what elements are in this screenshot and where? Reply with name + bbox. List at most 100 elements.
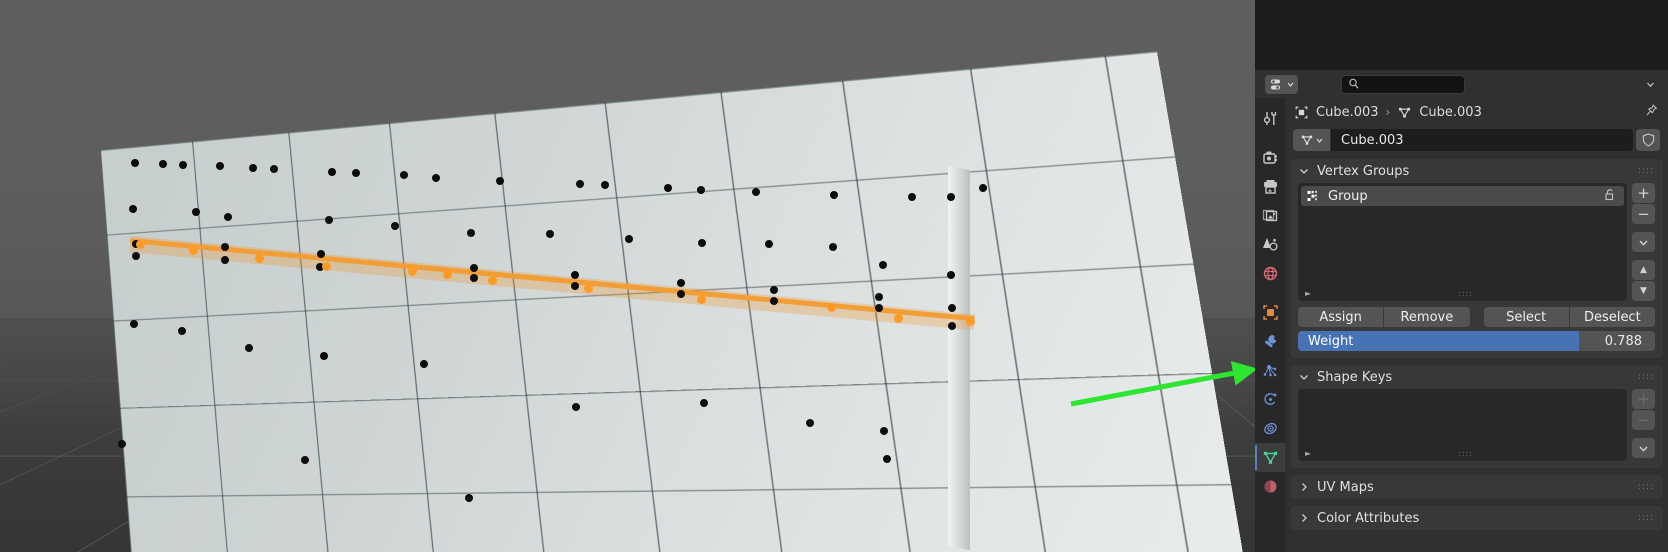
add-vertex-group-button[interactable]: +: [1632, 183, 1655, 203]
move-vertex-group-down-button[interactable]: ▼: [1632, 281, 1655, 301]
remove-vertex-group-button[interactable]: −: [1632, 204, 1655, 224]
mesh-vertex: [546, 230, 554, 238]
resize-grip-icon[interactable]: ::::: [1458, 449, 1473, 458]
mesh-vertex-selected: [136, 240, 145, 249]
chevron-right-icon: [1302, 483, 1307, 491]
vertex-group-icon: [1307, 190, 1317, 201]
mesh-vertex: [270, 165, 278, 173]
world-globe-icon: [1263, 266, 1277, 281]
sidebar-item-particles[interactable]: [1255, 356, 1285, 385]
breadcrumb: Cube.003 › Cube.003: [1285, 98, 1668, 126]
mesh-vertex: [571, 271, 579, 279]
weight-slider[interactable]: Weight 0.788: [1298, 331, 1655, 351]
sidebar-item-view-layer[interactable]: [1255, 201, 1285, 230]
mesh-vertex: [129, 205, 137, 213]
blender-window: Cube.003 › Cube.003 Cube.003 Vertex Grou…: [0, 0, 1668, 552]
expand-triangle-icon[interactable]: ►: [1305, 449, 1311, 458]
constraints-icon: [1263, 422, 1277, 435]
sidebar-item-render[interactable]: [1255, 143, 1285, 172]
properties-editor: Cube.003 › Cube.003 Cube.003 Vertex Grou…: [1255, 0, 1668, 552]
panel-shape-keys: Shape Keys :::: ► :::: + −: [1290, 365, 1663, 468]
panel-header-uv-maps[interactable]: UV Maps ::::: [1290, 475, 1663, 499]
mesh-vertex: [159, 160, 167, 168]
button-spacer: [1474, 307, 1480, 327]
list-item[interactable]: Group: [1301, 186, 1624, 206]
sidebar-item-world[interactable]: [1255, 259, 1285, 288]
search-input[interactable]: [1341, 74, 1465, 94]
editor-type-button[interactable]: [1265, 74, 1298, 94]
sidebar-item-object-data[interactable]: [1255, 443, 1285, 472]
vertex-group-side-buttons: + − ▲ ▼: [1632, 183, 1655, 301]
select-button[interactable]: Select: [1483, 307, 1569, 327]
mesh-vertex: [465, 494, 473, 502]
mesh-vertex-selected: [408, 267, 417, 276]
mesh-vertex: [221, 243, 229, 251]
fake-user-button[interactable]: [1636, 129, 1660, 151]
mesh-vertex: [496, 177, 504, 185]
resize-grip-icon[interactable]: ::::: [1458, 289, 1473, 298]
mesh-vertex: [770, 297, 778, 305]
mesh-vertex: [470, 274, 478, 282]
deselect-button[interactable]: Deselect: [1569, 307, 1655, 327]
header-options-button[interactable]: [1639, 75, 1661, 94]
remove-button[interactable]: Remove: [1384, 307, 1470, 327]
list-item-label: Group: [1328, 188, 1368, 204]
unlock-icon: [1605, 188, 1614, 200]
mesh-vertex: [249, 164, 257, 172]
shape-key-list[interactable]: ► ::::: [1298, 389, 1627, 461]
lock-toggle[interactable]: [1603, 188, 1618, 205]
expand-triangle-icon[interactable]: ►: [1305, 289, 1311, 298]
panel-header-vertex-groups[interactable]: Vertex Groups ::::: [1290, 159, 1663, 183]
render-camera-icon: [1262, 151, 1277, 164]
sidebar-item-constraints[interactable]: [1255, 414, 1285, 443]
chevron-down-icon: [1300, 169, 1308, 174]
output-printer-icon: [1263, 180, 1277, 194]
chevron-down-icon: [1316, 138, 1323, 143]
pin-button[interactable]: [1644, 103, 1659, 122]
mesh-vertex: [625, 235, 633, 243]
panel-header-shape-keys[interactable]: Shape Keys ::::: [1290, 365, 1663, 389]
3d-viewport[interactable]: [0, 0, 1255, 552]
mesh-data-triangle-icon: [1263, 451, 1277, 464]
vertex-group-specials-button[interactable]: [1632, 232, 1655, 252]
grip-dots-icon[interactable]: ::::: [1638, 166, 1654, 176]
mesh-vertex-selected: [255, 254, 264, 263]
sidebar-item-material[interactable]: [1255, 472, 1285, 501]
assign-remove-group: Assign Remove: [1298, 307, 1470, 327]
breadcrumb-object-name[interactable]: Cube.003: [1316, 105, 1379, 120]
mesh-vertex-selected: [488, 276, 497, 285]
assign-button[interactable]: Assign: [1298, 307, 1384, 327]
grip-dots-icon[interactable]: ::::: [1638, 482, 1654, 492]
sidebar-item-output[interactable]: [1255, 172, 1285, 201]
add-shape-key-button[interactable]: +: [1632, 389, 1655, 409]
mesh-vertex: [677, 279, 685, 287]
mesh-vertex: [179, 161, 187, 169]
sidebar-item-physics[interactable]: [1255, 385, 1285, 414]
mesh-vertex-selected: [322, 262, 331, 271]
grip-dots-icon[interactable]: ::::: [1638, 513, 1654, 523]
vertex-group-list[interactable]: Group ► ::::: [1298, 183, 1627, 301]
datablock-type-button[interactable]: [1293, 129, 1330, 151]
shape-key-specials-button[interactable]: [1632, 438, 1655, 458]
mesh-vertex: [948, 304, 956, 312]
particles-icon: [1263, 365, 1276, 377]
panel-header-color-attributes[interactable]: Color Attributes ::::: [1290, 506, 1663, 530]
breadcrumb-data-name[interactable]: Cube.003: [1419, 105, 1482, 120]
mesh-vertex: [601, 181, 609, 189]
datablock-name-field[interactable]: Cube.003: [1331, 129, 1633, 151]
mesh-vertex: [467, 229, 475, 237]
grip-dots-icon[interactable]: ::::: [1638, 372, 1654, 382]
remove-shape-key-button[interactable]: −: [1632, 410, 1655, 430]
sidebar-item-object[interactable]: [1255, 298, 1285, 327]
properties-tab-rail: [1255, 98, 1285, 552]
move-vertex-group-up-button[interactable]: ▲: [1632, 260, 1655, 280]
properties-editor-icon: [1270, 79, 1280, 89]
mesh-vertex-selected: [584, 284, 593, 293]
sidebar-item-tool[interactable]: [1255, 104, 1285, 133]
sidebar-item-scene[interactable]: [1255, 230, 1285, 259]
panel-uv-maps: UV Maps ::::: [1290, 475, 1663, 499]
mesh-vertex: [224, 213, 232, 221]
list-footer: ► ::::: [1298, 447, 1627, 459]
mesh-vertex: [178, 327, 186, 335]
sidebar-item-modifiers[interactable]: [1255, 327, 1285, 356]
